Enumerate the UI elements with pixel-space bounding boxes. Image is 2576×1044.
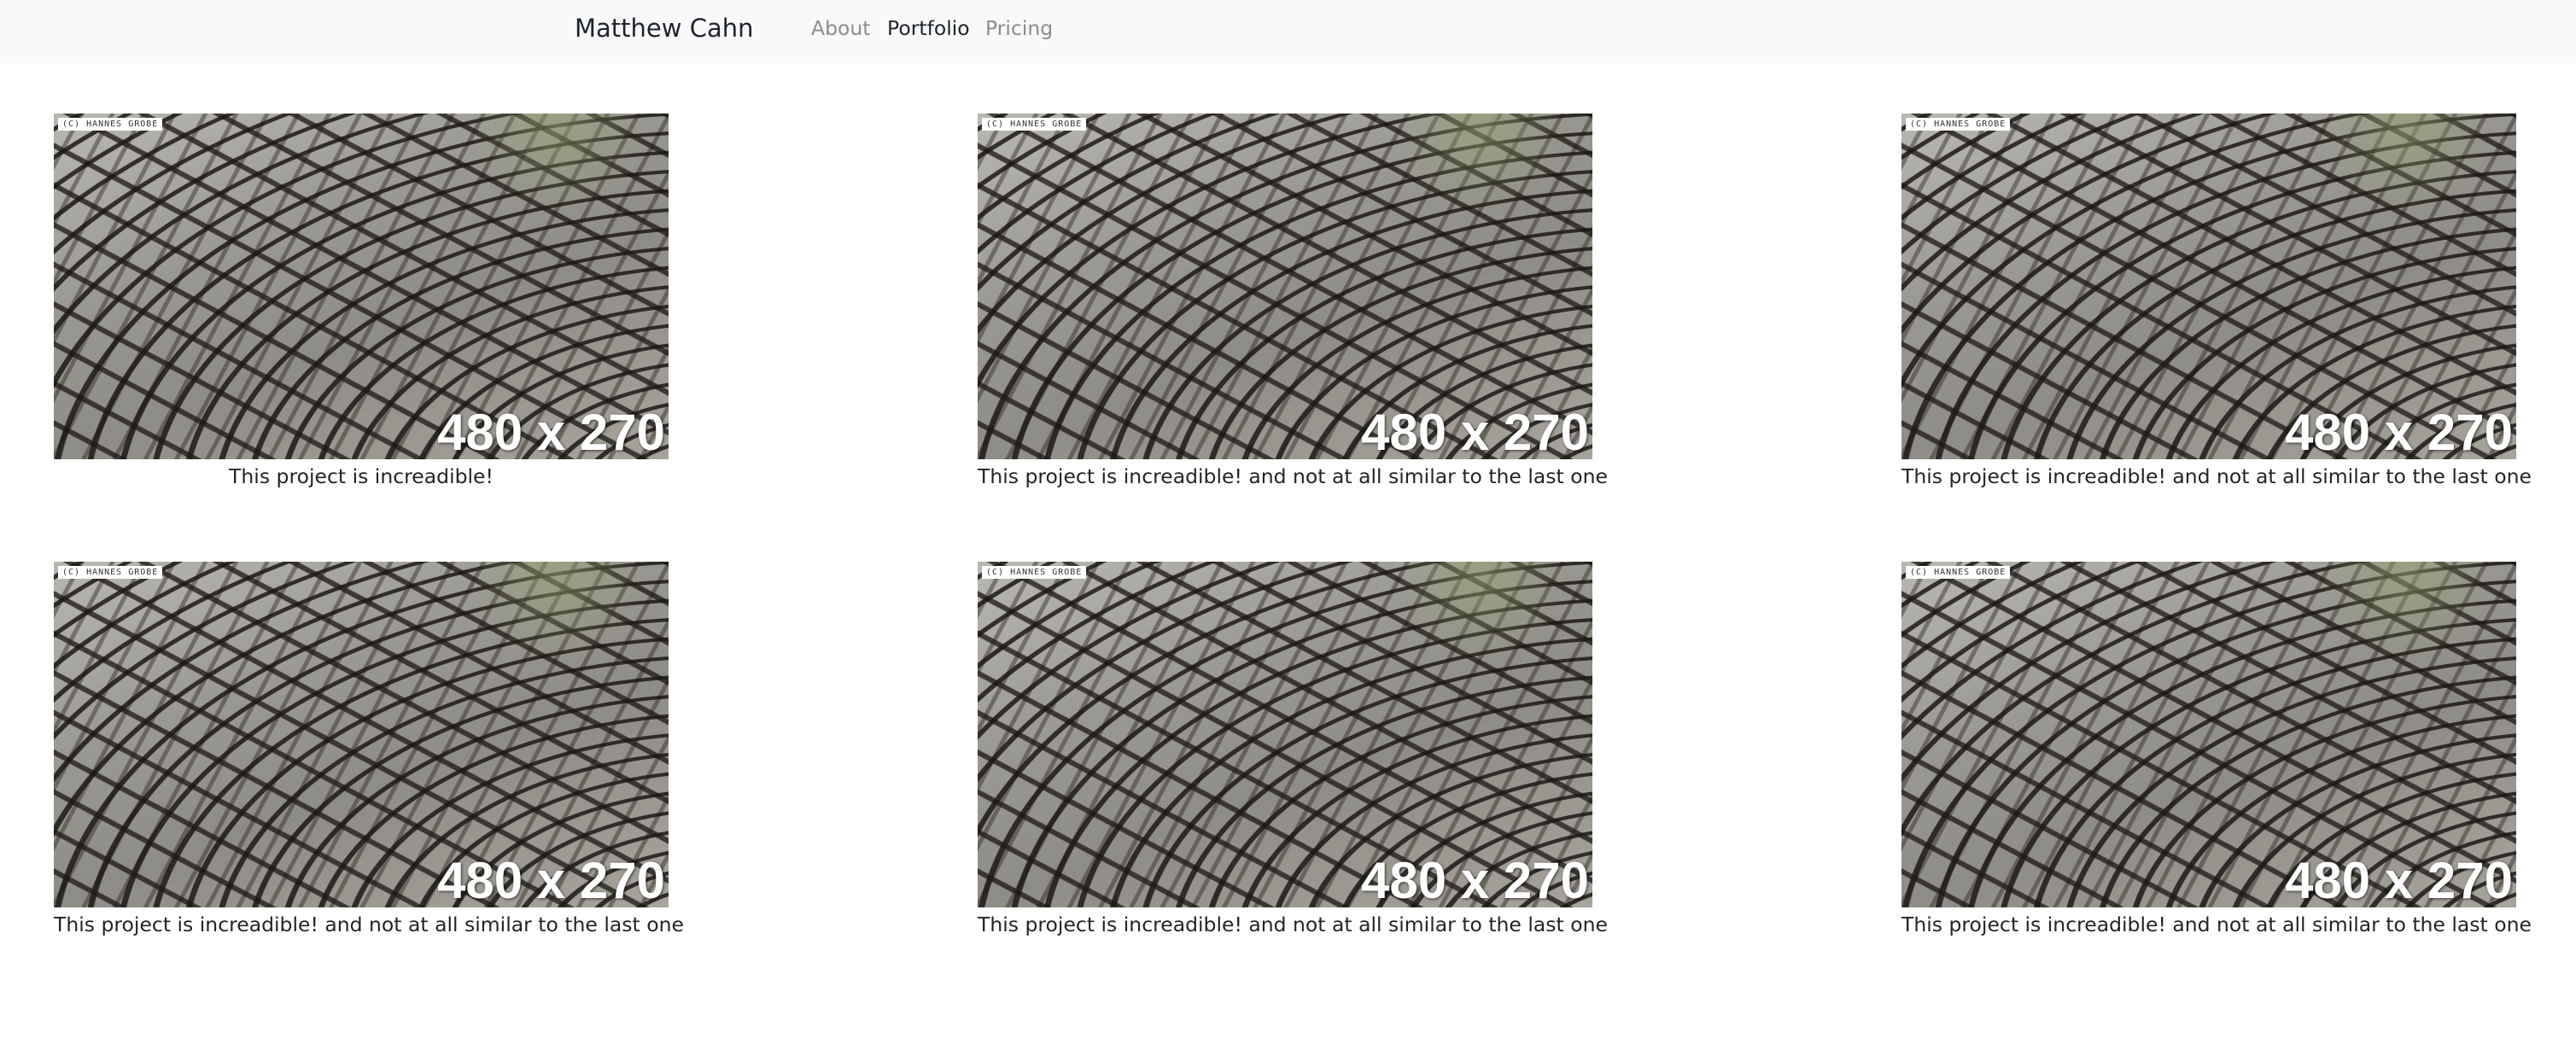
project-caption: This project is increadible! and not at … xyxy=(978,464,1608,488)
image-copyright-label: (C) HANNES GROBE xyxy=(58,118,163,131)
image-copyright-label: (C) HANNES GROBE xyxy=(982,566,1087,579)
project-caption: This project is increadible! and not at … xyxy=(978,913,1608,936)
image-size-label: 480 x 270 xyxy=(437,404,665,459)
project-card: (C) HANNES GROBE 480 x 270 This project … xyxy=(978,562,1608,938)
project-image[interactable]: (C) HANNES GROBE 480 x 270 xyxy=(54,114,669,459)
project-image[interactable]: (C) HANNES GROBE 480 x 270 xyxy=(978,114,1592,459)
project-image[interactable]: (C) HANNES GROBE 480 x 270 xyxy=(54,562,669,907)
project-card: (C) HANNES GROBE 480 x 270 This project … xyxy=(1901,562,2532,938)
project-card: (C) HANNES GROBE 480 x 270 This project … xyxy=(978,114,1608,490)
project-image[interactable]: (C) HANNES GROBE 480 x 270 xyxy=(978,562,1592,907)
project-image[interactable]: (C) HANNES GROBE 480 x 270 xyxy=(1901,562,2516,907)
project-image[interactable]: (C) HANNES GROBE 480 x 270 xyxy=(1901,114,2516,459)
nav-link-about[interactable]: About xyxy=(811,12,870,44)
project-caption: This project is increadible! and not at … xyxy=(1901,913,2532,936)
image-size-label: 480 x 270 xyxy=(437,852,665,907)
image-size-label: 480 x 270 xyxy=(1361,852,1589,907)
top-navbar: Matthew Cahn About Portfolio Pricing xyxy=(0,0,2576,63)
image-copyright-label: (C) HANNES GROBE xyxy=(1906,118,2011,131)
image-size-label: 480 x 270 xyxy=(2285,852,2513,907)
image-copyright-label: (C) HANNES GROBE xyxy=(1906,566,2011,579)
project-caption: This project is increadible! xyxy=(229,464,494,488)
nav-link-portfolio[interactable]: Portfolio xyxy=(887,12,970,44)
image-copyright-label: (C) HANNES GROBE xyxy=(982,118,1087,131)
nav-link-pricing[interactable]: Pricing xyxy=(985,12,1053,44)
image-size-label: 480 x 270 xyxy=(1361,404,1589,459)
image-copyright-label: (C) HANNES GROBE xyxy=(58,566,163,579)
project-card: (C) HANNES GROBE 480 x 270 This project … xyxy=(54,114,669,490)
project-caption: This project is increadible! and not at … xyxy=(1901,464,2532,488)
project-caption: This project is increadible! and not at … xyxy=(54,913,684,936)
project-card: (C) HANNES GROBE 480 x 270 This project … xyxy=(54,562,684,938)
image-size-label: 480 x 270 xyxy=(2285,404,2513,459)
brand-link[interactable]: Matthew Cahn xyxy=(575,10,753,46)
project-card: (C) HANNES GROBE 480 x 270 This project … xyxy=(1901,114,2532,490)
